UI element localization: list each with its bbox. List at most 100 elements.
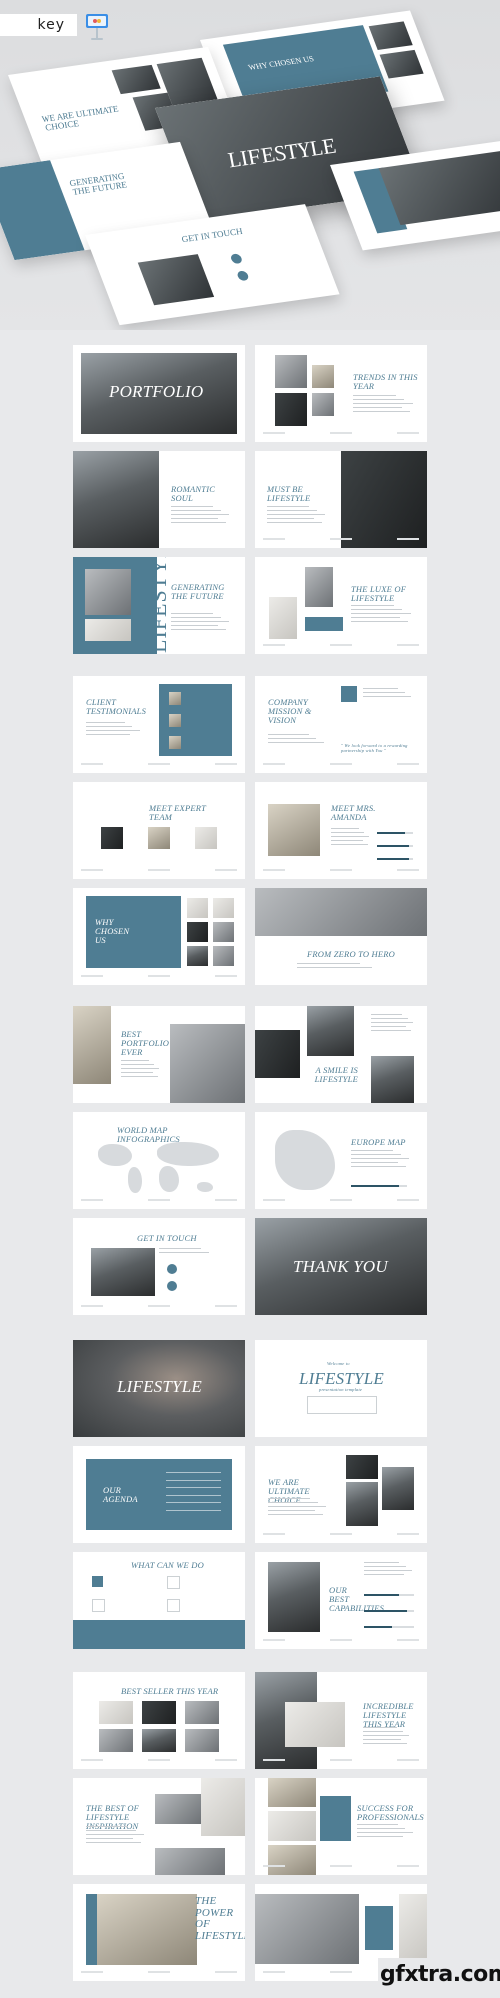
slide-thumbnail[interactable]: EUROPE MAP [255,1112,427,1209]
slide-title: WHY CHOSEN US [95,917,130,945]
format-badge: key [0,14,77,36]
photo [382,1467,414,1510]
photo [85,569,131,615]
slide-thumbnail[interactable]: PORTFOLIO [73,345,245,442]
photo [255,1894,359,1964]
slide-title: INCREDIBLE LIFESTYLE THIS YEAR [363,1701,414,1729]
slide-title: PORTFOLIO [109,382,204,401]
slide-footer [263,869,419,873]
slide-thumbnail[interactable]: MEET EXPERT TEAM [73,782,245,879]
body-text [267,506,327,526]
quote-box [320,1796,351,1841]
slide-footer [263,1759,419,1763]
service-icon [167,1576,180,1589]
progress-fill [364,1626,392,1628]
blue-banner [73,1620,245,1649]
slide-thumbnail[interactable]: GET IN TOUCH [73,1218,245,1315]
subtitle: presentation template [319,1387,363,1392]
slide-title: COMPANY MISSION & VISION [268,697,312,725]
photo [213,898,234,918]
slide-thumbnail[interactable]: FROM ZERO TO HERO [255,888,427,985]
slide-title: GET IN TOUCH [137,1233,197,1243]
slide-thumbnail[interactable]: THE POWER OF LIFESTYLE [73,1884,245,1981]
photo [99,1729,133,1752]
body-text [331,828,371,848]
photo [85,619,131,641]
agenda-row [166,1479,221,1481]
slide-thumbnail[interactable]: THANK YOU [255,1218,427,1315]
quote: " We look forward to a rewarding partner… [341,743,408,753]
photo [346,1455,378,1479]
slide-thumbnail[interactable]: MEET MRS. AMANDA [255,782,427,879]
slide-thumbnail[interactable]: COMPANY MISSION & VISION " We look forwar… [255,676,427,773]
slide-title: THE LUXE OF LIFESTYLE [351,584,407,603]
slide-thumbnail[interactable]: SUCCESS FOR PROFESSIONALS [255,1778,427,1875]
slide-thumbnail[interactable]: A SMILE IS LIFESTYLE [255,1006,427,1103]
slide-thumbnail[interactable]: INCREDIBLE LIFESTYLE THIS YEAR [255,1672,427,1769]
address-icon [167,1264,177,1274]
body-text [351,605,413,625]
slide-thumbnail[interactable]: OUR BEST CAPABILITIES [255,1552,427,1649]
map-region [157,1142,219,1166]
slide-thumbnail[interactable]: CLIENT TESTIMONIALS [73,676,245,773]
slide-thumbnail[interactable]: LIFESTYLE GENERATING THE FUTURE [73,557,245,654]
team-photo [101,827,123,849]
photo [185,1701,219,1724]
quote-box [365,1906,393,1950]
photo [312,365,334,388]
hero-mockup: key WHY CHOSEN US WE ARE ULTIMATE CHOICE… [0,0,500,330]
photo [201,1778,245,1836]
agenda-row [166,1472,221,1473]
map-region [128,1167,142,1193]
slide-footer [81,1971,237,1975]
photo [73,451,159,548]
slide-title: THE POWER OF LIFESTYLE [195,1895,245,1942]
slide-title: MEET MRS. AMANDA [331,803,376,822]
photo [91,1248,155,1296]
photo [305,567,333,607]
progress-bar [364,1594,414,1596]
slide-thumbnail[interactable]: Welcome to LIFESTYLE presentation template [255,1340,427,1437]
slide-title: THANK YOU [293,1257,388,1276]
mission-icon [341,686,357,702]
slide-title: WORLD MAP INFOGRAPHICS [117,1125,180,1144]
slide-thumbnail[interactable]: WHY CHOSEN US [73,888,245,985]
slide-title: OUR BEST CAPABILITIES [329,1585,385,1613]
slide-footer [263,1639,419,1643]
slide-thumbnail[interactable]: LIFESTYLE [73,1340,245,1437]
slide-footer [263,1199,419,1203]
team-photo [195,827,217,849]
slide-thumbnail[interactable]: THE BEST OF LIFESTYLE INSPIRATION [73,1778,245,1875]
body-text [171,613,231,633]
service-icon [92,1576,103,1587]
photo [170,1024,245,1103]
slide-title: ROMANTIC SOUL [171,484,216,503]
photo [275,393,307,426]
slide-thumbnail[interactable]: MUST BE LIFESTYLE [255,451,427,548]
slide-thumbnail[interactable]: OUR AGENDA [73,1446,245,1543]
body-text [86,722,142,738]
slide-footer [263,1533,419,1537]
slide-thumbnail[interactable]: WE ARE ULTIMATE CHOICE [255,1446,427,1543]
map-region [159,1166,179,1192]
slide-footer [263,763,419,767]
slide-thumbnail[interactable]: BEST PORTFOLIO EVER [73,1006,245,1103]
slide-thumbnail[interactable]: ROMANTIC SOUL [73,451,245,548]
photo [213,946,234,966]
slide-title: SUCCESS FOR PROFESSIONALS [357,1803,424,1822]
photo [371,1056,414,1103]
welcome-label: Welcome to [327,1361,350,1366]
slide-thumbnail[interactable]: TRENDS IN THIS YEAR [255,345,427,442]
slide-thumbnail[interactable]: WHAT CAN WE DO [73,1552,245,1649]
progress-fill [364,1594,399,1596]
photo [155,1848,225,1875]
slide-thumbnail[interactable]: BEST SELLER THIS YEAR [73,1672,245,1769]
photo [187,922,208,942]
slide-footer [263,1865,419,1869]
slide-thumbnail[interactable]: WORLD MAP INFOGRAPHICS [73,1112,245,1209]
slide-title: FROM ZERO TO HERO [307,949,396,959]
slide-thumbnail[interactable]: THE LUXE OF LIFESTYLE [255,557,427,654]
slide-title: BEST PORTFOLIO EVER [121,1029,170,1057]
photo [268,804,320,856]
avatar [169,736,181,749]
